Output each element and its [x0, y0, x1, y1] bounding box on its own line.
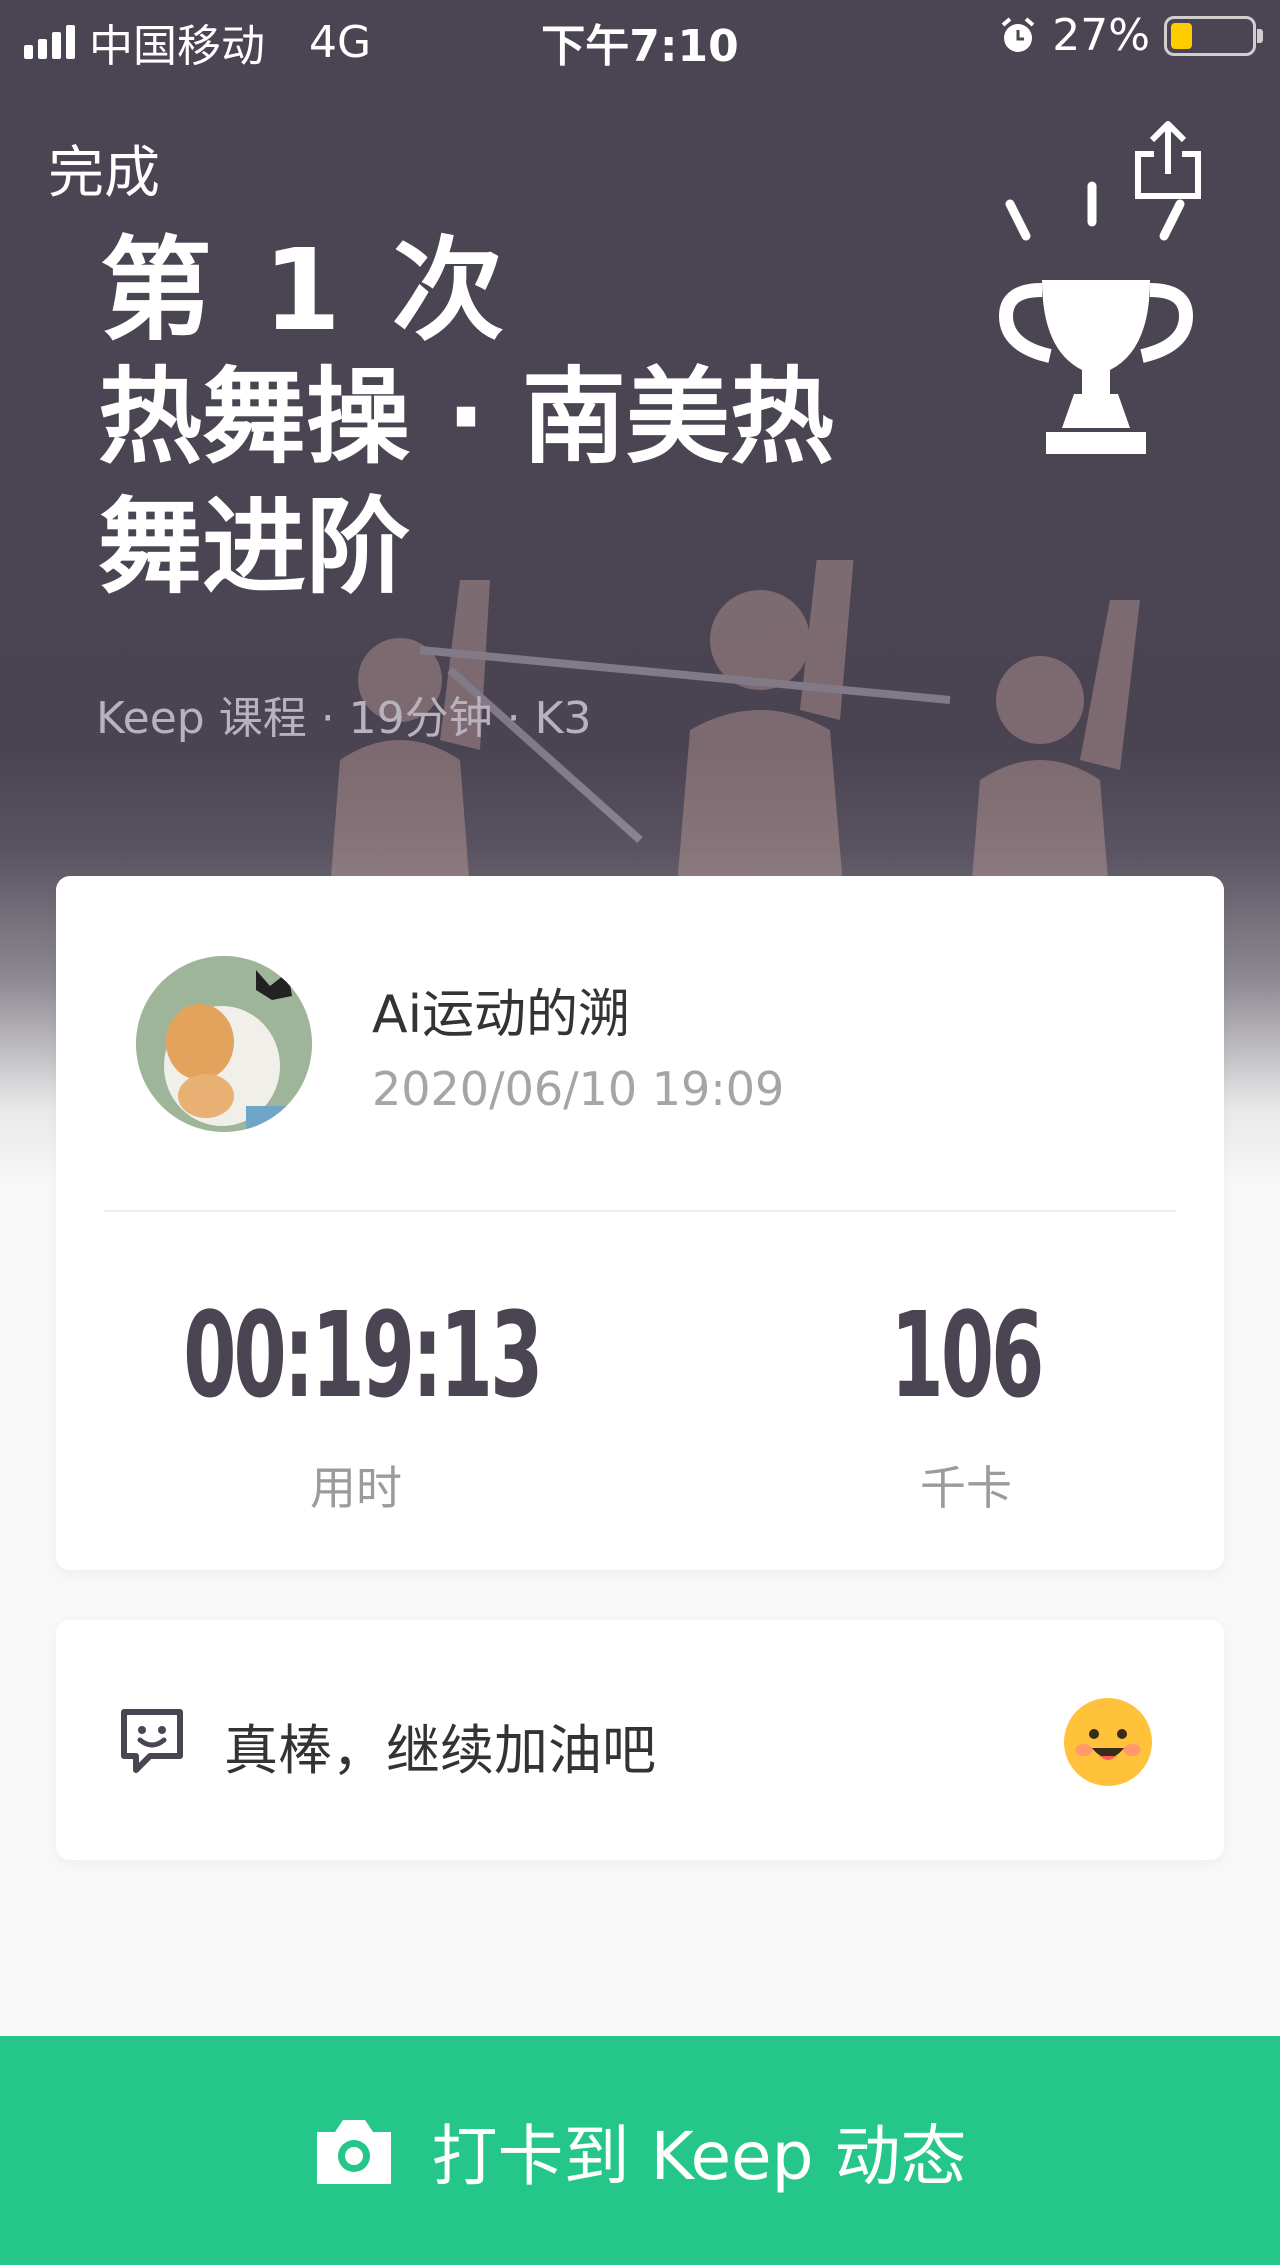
- battery-fill: [1171, 22, 1192, 49]
- workout-count-title: 第 1 次: [100, 226, 510, 356]
- checkin-button[interactable]: 打卡到 Keep 动态: [0, 2036, 1280, 2265]
- calories-value: 106: [890, 1286, 1045, 1424]
- comment-text: 真棒，继续加油吧: [224, 1719, 656, 1782]
- duration-label: 用时: [310, 1461, 402, 1515]
- alarm-icon: [1001, 16, 1035, 52]
- done-button[interactable]: 完成: [48, 128, 160, 209]
- duration-value: 00:19:13: [183, 1286, 543, 1424]
- course-title: 热舞操 · 南美热舞进阶: [98, 356, 834, 608]
- smiley-emoji-icon[interactable]: [1062, 1696, 1154, 1788]
- course-meta: Keep 课程 · 19分钟 · K3: [96, 693, 592, 744]
- checkin-label: 打卡到 Keep 动态: [431, 2117, 967, 2195]
- status-bar: 中国移动 4G 下午7:10 27%: [0, 0, 1280, 72]
- camera-icon: [317, 2119, 392, 2184]
- cat-photo: [136, 956, 312, 1132]
- calories-label: 千卡: [920, 1461, 1012, 1515]
- workout-summary-card: Ai运动的溯 2020/06/10 19:09 00:19:13 用时 106 …: [56, 876, 1224, 1570]
- battery-icon: [1164, 15, 1263, 56]
- workout-datetime: 2020/06/10 19:09: [372, 1062, 785, 1116]
- divider: [104, 1210, 1176, 1212]
- comment-card[interactable]: 真棒，继续加油吧: [56, 1620, 1224, 1860]
- user-name[interactable]: Ai运动的溯: [372, 972, 630, 1047]
- battery-percent: 27%: [1052, 10, 1150, 61]
- comment-icon: [121, 1709, 183, 1773]
- avatar[interactable]: [136, 956, 312, 1132]
- trophy-icon: [998, 181, 1194, 454]
